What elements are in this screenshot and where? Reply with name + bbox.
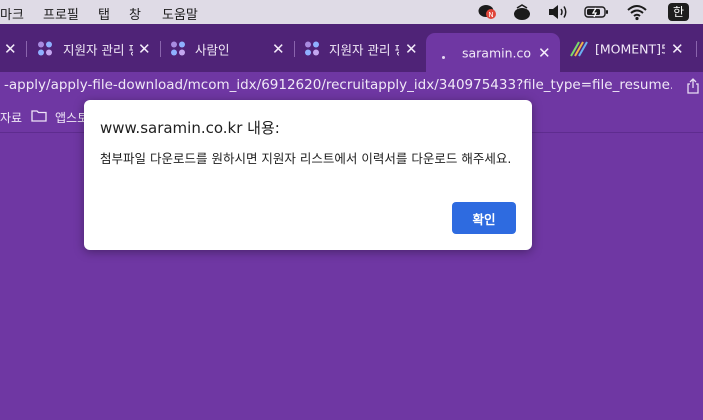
close-icon[interactable]: ✕ xyxy=(671,40,684,58)
tab-strip: ✕ 지원자 관리 평 ✕ 사람인 ✕ 지원자 관리 평 ✕ saramin.co… xyxy=(0,24,703,72)
close-icon[interactable]: ✕ xyxy=(272,40,285,58)
battery-icon[interactable] xyxy=(584,3,610,21)
dialog-title: www.saramin.co.kr 내용: xyxy=(100,119,280,137)
tab-title: [MOMENT]5 xyxy=(595,41,665,57)
menu-item-help[interactable]: 도움말 xyxy=(162,4,198,23)
menu-item-bookmarks[interactable]: 마크 xyxy=(0,4,24,23)
tab-saramin[interactable]: 사람인 ✕ xyxy=(165,36,291,62)
folder-icon xyxy=(31,109,47,125)
url-text[interactable]: -apply/apply-file-download/mcom_idx/6912… xyxy=(4,77,672,93)
dialog-message: 첨부파일 다운로드를 원하시면 지원자 리스트에서 이력서를 다운로드 해주세요… xyxy=(100,151,512,166)
input-method-indicator[interactable]: 한 xyxy=(668,3,689,21)
address-bar[interactable]: -apply/apply-file-download/mcom_idx/6912… xyxy=(0,72,703,100)
saramin-favicon-icon xyxy=(171,41,186,57)
bookmark-item[interactable]: 자료 xyxy=(0,109,22,126)
menu-item-tab[interactable]: 탭 xyxy=(98,4,110,23)
tab-title: 지원자 관리 평 xyxy=(63,42,133,58)
tab-title: 사람인 xyxy=(195,42,230,58)
menu-item-profile[interactable]: 프로필 xyxy=(43,4,79,23)
tab-title: 지원자 관리 평 xyxy=(329,42,399,58)
wifi-icon[interactable] xyxy=(627,3,647,21)
loading-icon xyxy=(442,56,445,59)
tab-0[interactable]: ✕ xyxy=(0,36,24,62)
tab-divider xyxy=(26,41,27,57)
tab-saramin-active[interactable]: saramin.co.k ✕ xyxy=(426,33,560,72)
cloud-app-icon[interactable] xyxy=(512,3,532,21)
tab-moment[interactable]: [MOMENT]5 ✕ xyxy=(566,36,690,62)
saramin-favicon-icon xyxy=(305,41,320,57)
tab-applicant-management-1[interactable]: 지원자 관리 평 ✕ xyxy=(32,36,156,62)
tab-applicant-management-2[interactable]: 지원자 관리 평 ✕ xyxy=(298,36,424,62)
close-icon[interactable]: ✕ xyxy=(138,40,151,58)
tab-divider xyxy=(160,41,161,57)
close-icon[interactable]: ✕ xyxy=(405,40,418,58)
messenger-icon[interactable]: N xyxy=(478,3,498,21)
ok-button[interactable]: 확인 xyxy=(452,202,516,234)
menu-bar: 마크 프로필 탭 창 도움말 N 한 xyxy=(0,0,703,24)
notification-badge: N xyxy=(488,11,493,19)
volume-icon[interactable] xyxy=(547,3,569,21)
close-icon[interactable]: ✕ xyxy=(4,40,17,58)
tab-divider xyxy=(294,41,295,57)
share-icon[interactable] xyxy=(686,78,700,98)
alert-dialog: www.saramin.co.kr 내용: 첨부파일 다운로드를 원하시면 지원… xyxy=(84,100,532,250)
moment-favicon-icon xyxy=(570,41,588,60)
tab-divider xyxy=(696,41,697,57)
close-icon[interactable]: ✕ xyxy=(538,44,551,62)
tab-title: saramin.co.k xyxy=(462,45,532,60)
menu-item-window[interactable]: 창 xyxy=(129,4,141,23)
saramin-favicon-icon xyxy=(38,41,53,57)
